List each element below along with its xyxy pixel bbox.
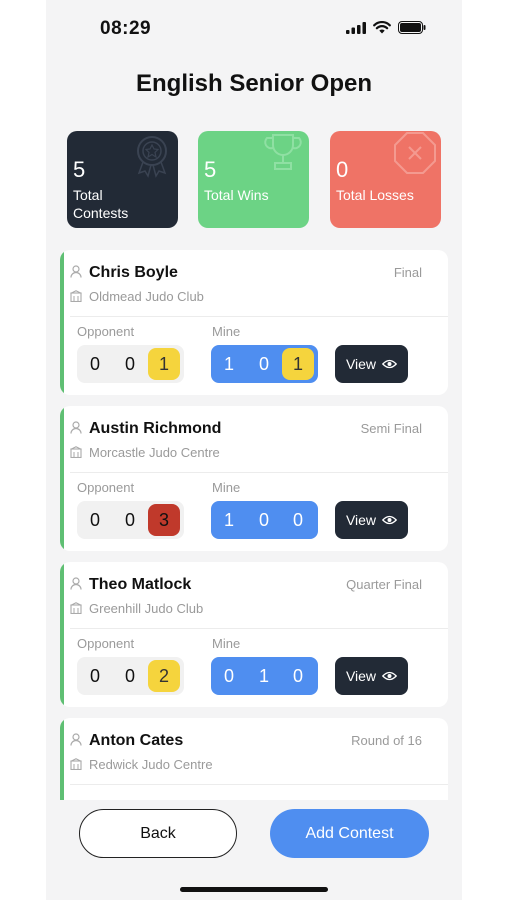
score-ippon: 0 [223, 666, 234, 686]
view-label: View [345, 356, 377, 372]
stat-label: Total Wins [204, 187, 269, 203]
club-name: Greenhill Judo Club [89, 601, 204, 616]
contest-card[interactable]: Austin Richmond Semi Final Morcastle Jud… [60, 406, 448, 551]
trophy-icon [264, 134, 302, 170]
page-title: English Senior Open [135, 70, 373, 97]
score-ippon: 0 [89, 666, 100, 686]
medal-icon [137, 136, 167, 178]
score-shido: 2 [148, 660, 180, 692]
mine-score: 1 0 1 [211, 345, 318, 383]
score-shido: 3 [148, 504, 180, 536]
score-ippon: 0 [89, 510, 100, 530]
contest-card[interactable]: Theo Matlock Quarter Final Greenhill Jud… [60, 562, 448, 707]
stat-value: 5 [73, 157, 86, 182]
wifi-icon [373, 21, 391, 34]
view-button[interactable]: View [335, 657, 408, 695]
opponent-score: 0 0 3 [77, 501, 184, 539]
score-waza-ari: 0 [124, 354, 135, 374]
score-ippon: 1 [223, 354, 234, 374]
stat-value: 5 [204, 157, 217, 182]
person-icon [70, 421, 82, 434]
opponent-name: Chris Boyle [89, 264, 178, 281]
status-bar: 08:29 [46, 0, 462, 56]
stat-label: Total Contests [73, 187, 129, 221]
status-time: 08:29 [100, 18, 152, 39]
card-divider [70, 316, 448, 317]
phone-screen: 08:29 English Senior Open 5 Total Contes… [46, 0, 462, 900]
score-shido: 0 [292, 666, 303, 686]
footer-bar: Back Add Contest [46, 800, 462, 900]
view-label: View [345, 512, 377, 528]
club-name: Morcastle Judo Centre [89, 445, 220, 460]
score-waza-ari: 0 [258, 510, 269, 530]
person-icon [70, 265, 82, 278]
round-label: Round of 16 [351, 733, 422, 748]
opponent-name: Austin Richmond [89, 420, 222, 437]
building-icon [70, 602, 82, 614]
stat-value: 0 [336, 157, 349, 182]
battery-icon [398, 21, 426, 34]
eye-icon [382, 515, 398, 525]
back-button[interactable]: Back [79, 809, 237, 858]
stat-card-total-wins: 5 Total Wins [198, 131, 309, 228]
round-label: Final [393, 265, 422, 280]
contest-card[interactable]: Chris Boyle Final Oldmead Judo Club Oppo… [60, 250, 448, 395]
mine-score-label: Mine [212, 324, 241, 339]
opponent-score: 0 0 2 [77, 657, 184, 695]
score-shido: 1 [282, 348, 314, 380]
x-octagon-icon [394, 132, 436, 174]
card-accent [60, 250, 64, 395]
stat-card-total-contests: 5 Total Contests [67, 131, 178, 228]
score-waza-ari: 0 [124, 510, 135, 530]
score-waza-ari: 1 [258, 666, 269, 686]
opponent-score: 0 0 1 [77, 345, 184, 383]
club-name: Oldmead Judo Club [89, 289, 204, 304]
round-label: Semi Final [360, 421, 422, 436]
contest-card[interactable]: Anton Cates Round of 16 Redwick Judo Cen… [60, 718, 448, 800]
mine-score: 0 1 0 [211, 657, 318, 695]
view-label: View [345, 668, 377, 684]
card-divider [70, 472, 448, 473]
opponent-score-label: Opponent [77, 636, 135, 651]
card-accent [60, 562, 64, 707]
signal-icon [346, 21, 366, 34]
view-button[interactable]: View [335, 345, 408, 383]
score-shido: 1 [148, 348, 180, 380]
person-icon [70, 733, 82, 746]
status-icons [346, 21, 426, 34]
score-waza-ari: 0 [258, 354, 269, 374]
card-divider [70, 784, 448, 785]
mine-score-label: Mine [212, 636, 241, 651]
home-indicator [180, 887, 328, 892]
card-accent [60, 718, 64, 800]
opponent-score-label: Opponent [77, 324, 135, 339]
person-icon [70, 577, 82, 590]
contest-list[interactable]: Chris Boyle Final Oldmead Judo Club Oppo… [60, 250, 450, 800]
mine-score: 1 0 0 [211, 501, 318, 539]
opponent-name: Theo Matlock [89, 576, 192, 593]
score-shido: 0 [292, 510, 303, 530]
score-ippon: 1 [223, 510, 234, 530]
eye-icon [382, 359, 398, 369]
stat-label: Total Losses [336, 187, 414, 203]
eye-icon [382, 671, 398, 681]
view-button[interactable]: View [335, 501, 408, 539]
score-waza-ari: 0 [124, 666, 135, 686]
card-accent [60, 406, 64, 551]
building-icon [70, 758, 82, 770]
add-contest-button[interactable]: Add Contest [270, 809, 429, 858]
building-icon [70, 446, 82, 458]
opponent-name: Anton Cates [89, 732, 184, 749]
club-name: Redwick Judo Centre [89, 757, 213, 772]
mine-score-label: Mine [212, 480, 241, 495]
stat-card-total-losses: 0 Total Losses [330, 131, 441, 228]
round-label: Quarter Final [346, 577, 422, 592]
score-ippon: 0 [89, 354, 100, 374]
opponent-score-label: Opponent [77, 480, 135, 495]
building-icon [70, 290, 82, 302]
card-divider [70, 628, 448, 629]
